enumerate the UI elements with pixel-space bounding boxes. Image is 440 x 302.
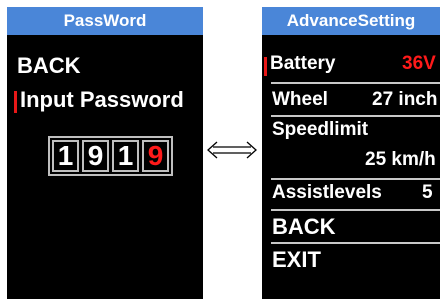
speedlimit-number: 25	[365, 149, 387, 170]
divider	[271, 82, 440, 84]
selection-marker	[14, 91, 17, 113]
divider	[271, 115, 440, 117]
password-digit-1[interactable]: 1	[52, 140, 79, 172]
divider	[271, 209, 440, 211]
divider	[271, 178, 440, 180]
password-digit-2[interactable]: 9	[82, 140, 109, 172]
speedlimit-label[interactable]: Speedlimit	[272, 119, 368, 141]
wheel-size: 27	[372, 89, 394, 110]
back-menu-item[interactable]: BACK	[272, 214, 336, 240]
assistlevels-label[interactable]: Assistlevels	[272, 182, 382, 204]
wheel-value: 27 inch	[372, 89, 437, 111]
password-digit-4[interactable]: 9	[142, 140, 169, 172]
assistlevels-value: 5	[422, 182, 433, 203]
wheel-label[interactable]: Wheel	[272, 89, 328, 111]
password-title: PassWord	[7, 7, 203, 35]
password-screen: PassWord BACK Input Password 1 9 1 9	[7, 7, 203, 299]
password-digit-3[interactable]: 1	[112, 140, 139, 172]
speedlimit-value: 25 km/h	[365, 149, 436, 171]
password-digit-group: 1 9 1 9	[48, 136, 173, 176]
wheel-unit: inch	[398, 89, 438, 110]
advance-setting-title: AdvanceSetting	[262, 7, 440, 35]
exit-menu-item[interactable]: EXIT	[272, 247, 321, 273]
input-password-menu-item[interactable]: Input Password	[20, 87, 184, 113]
speedlimit-unit: km/h	[391, 149, 436, 170]
advance-setting-screen: AdvanceSetting Battery 36V Wheel 27 inch…	[262, 7, 440, 299]
double-arrow-icon	[205, 140, 259, 160]
selection-marker	[264, 57, 267, 76]
divider	[271, 242, 440, 244]
battery-label[interactable]: Battery	[270, 53, 335, 75]
back-menu-item[interactable]: BACK	[17, 53, 81, 79]
battery-value: 36V	[402, 53, 436, 74]
